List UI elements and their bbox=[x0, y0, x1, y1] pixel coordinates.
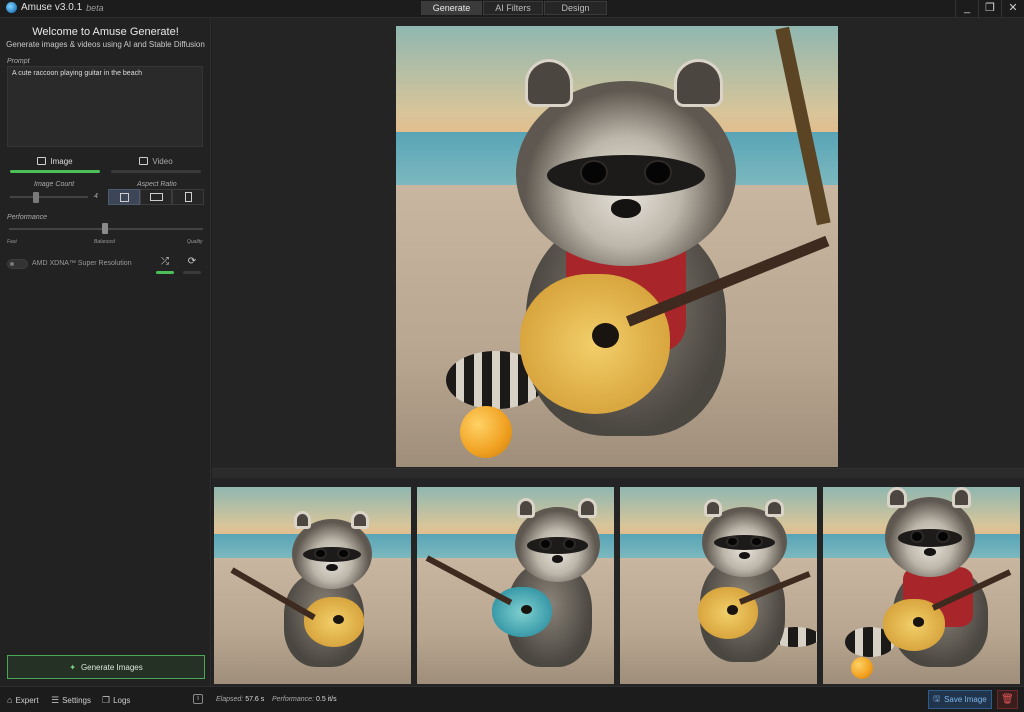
welcome-subtitle: Generate images & videos using AI and St… bbox=[6, 40, 205, 49]
save-icon: 🖫 bbox=[933, 693, 941, 703]
main-preview-panel bbox=[212, 18, 1024, 468]
aspect-ratio-label: Aspect Ratio bbox=[137, 181, 177, 188]
repeat-button[interactable]: ⟳ bbox=[183, 256, 201, 276]
expert-label: Expert bbox=[15, 695, 39, 705]
film-icon bbox=[139, 157, 149, 165]
maximize-button[interactable]: ❐ bbox=[978, 0, 1001, 18]
thumbnail-strip bbox=[212, 478, 1024, 686]
thumbnail-3[interactable] bbox=[620, 487, 817, 684]
performance-tick-quality: Quality bbox=[187, 239, 203, 245]
mode-tab-video-label: Video bbox=[152, 156, 173, 166]
trash-icon: 🗑 bbox=[1001, 694, 1014, 705]
settings-button[interactable]: ☰ Settings bbox=[51, 695, 91, 706]
settings-icon: ☰ bbox=[51, 695, 60, 705]
elapsed-value: 57.6 s bbox=[245, 696, 265, 703]
portrait-icon bbox=[184, 192, 192, 202]
performance-label: Performance bbox=[7, 214, 48, 221]
app-title: Amuse v3.0.1 beta bbox=[6, 2, 104, 13]
super-resolution-toggle[interactable] bbox=[7, 259, 28, 269]
mode-tab-video-underline bbox=[111, 170, 201, 173]
settings-label: Settings bbox=[62, 696, 91, 705]
square-icon bbox=[119, 192, 129, 202]
performance-stat-value: 0.5 it/s bbox=[315, 696, 337, 703]
tab-design[interactable]: Design bbox=[544, 1, 607, 15]
image-count-value: 4 bbox=[94, 193, 98, 200]
app-name: Amuse v3.0.1 bbox=[21, 2, 83, 13]
prompt-input[interactable]: A cute raccoon playing guitar in the bea… bbox=[7, 66, 203, 147]
performance-tick-fast: Fast bbox=[7, 239, 17, 245]
aspect-landscape-button[interactable] bbox=[140, 189, 172, 205]
amuse-logo-icon bbox=[6, 2, 17, 13]
image-icon bbox=[37, 157, 47, 165]
super-resolution-label: AMD XDNA™ Super Resolution bbox=[32, 260, 132, 267]
tab-ai-filters[interactable]: AI Filters bbox=[483, 1, 543, 15]
magic-wand-icon: ✦ bbox=[69, 662, 76, 672]
image-count-slider-thumb[interactable] bbox=[33, 192, 39, 203]
main-preview-image[interactable] bbox=[396, 26, 838, 467]
welcome-title: Welcome to Amuse Generate! bbox=[32, 26, 179, 38]
performance-stat-label: Performance: bbox=[272, 696, 315, 703]
mode-tab-image[interactable]: Image bbox=[10, 154, 100, 173]
aspect-portrait-button[interactable] bbox=[172, 189, 204, 205]
prompt-label: Prompt bbox=[7, 58, 30, 65]
app-tag: beta bbox=[86, 2, 104, 13]
window-controls: _ ❐ ✕ bbox=[955, 0, 1024, 18]
mode-tab-image-label: Image bbox=[50, 156, 73, 166]
save-image-label: Save Image bbox=[944, 695, 987, 704]
performance-stat: Performance: 0.5 it/s bbox=[272, 696, 337, 703]
expert-button[interactable]: ⌂ Expert bbox=[7, 695, 39, 705]
info-icon[interactable]: i bbox=[193, 694, 203, 704]
elapsed-label: Elapsed: bbox=[216, 696, 244, 703]
title-bar: Amuse v3.0.1 beta Generate AI Filters De… bbox=[0, 0, 1024, 18]
repeat-icon: ⟳ bbox=[187, 256, 197, 267]
close-button[interactable]: ✕ bbox=[1001, 0, 1024, 18]
elapsed-stat: Elapsed: 57.6 s bbox=[216, 696, 264, 703]
generate-sidebar: Welcome to Amuse Generate! Generate imag… bbox=[0, 18, 211, 686]
thumbnail-1[interactable] bbox=[214, 487, 411, 684]
performance-tick-balanced: Balanced bbox=[94, 239, 115, 245]
delete-button[interactable]: 🗑 bbox=[997, 690, 1018, 709]
top-navigation: Generate AI Filters Design bbox=[421, 1, 607, 15]
panel-divider[interactable] bbox=[212, 468, 1024, 478]
shuffle-button[interactable]: ⤮ bbox=[156, 256, 174, 276]
image-count-slider[interactable] bbox=[10, 196, 88, 198]
mode-tab-video[interactable]: Video bbox=[111, 154, 201, 173]
logs-icon: ❐ bbox=[102, 695, 111, 705]
repeat-underline bbox=[183, 271, 201, 274]
thumbnail-4[interactable] bbox=[823, 487, 1020, 684]
expert-icon: ⌂ bbox=[7, 695, 13, 705]
minimize-button[interactable]: _ bbox=[955, 0, 978, 18]
landscape-icon bbox=[149, 193, 163, 201]
status-bar: ⌂ Expert ☰ Settings ❐ Logs i Elapsed: 57… bbox=[0, 686, 1024, 712]
shuffle-icon: ⤮ bbox=[161, 256, 169, 267]
aspect-square-button[interactable] bbox=[108, 189, 140, 205]
performance-slider-thumb[interactable] bbox=[102, 223, 108, 234]
logs-label: Logs bbox=[113, 696, 131, 705]
aspect-ratio-selector bbox=[108, 189, 204, 205]
shuffle-underline bbox=[156, 271, 174, 274]
generate-images-label: Generate Images bbox=[80, 662, 143, 672]
generate-images-button[interactable]: ✦ Generate Images bbox=[7, 655, 205, 679]
logs-button[interactable]: ❐ Logs bbox=[102, 695, 130, 706]
mode-tab-image-underline bbox=[10, 170, 100, 173]
tab-generate[interactable]: Generate bbox=[421, 1, 482, 15]
save-image-button[interactable]: 🖫 Save Image bbox=[928, 690, 992, 709]
image-count-label: Image Count bbox=[34, 181, 75, 188]
thumbnail-2[interactable] bbox=[417, 487, 614, 684]
